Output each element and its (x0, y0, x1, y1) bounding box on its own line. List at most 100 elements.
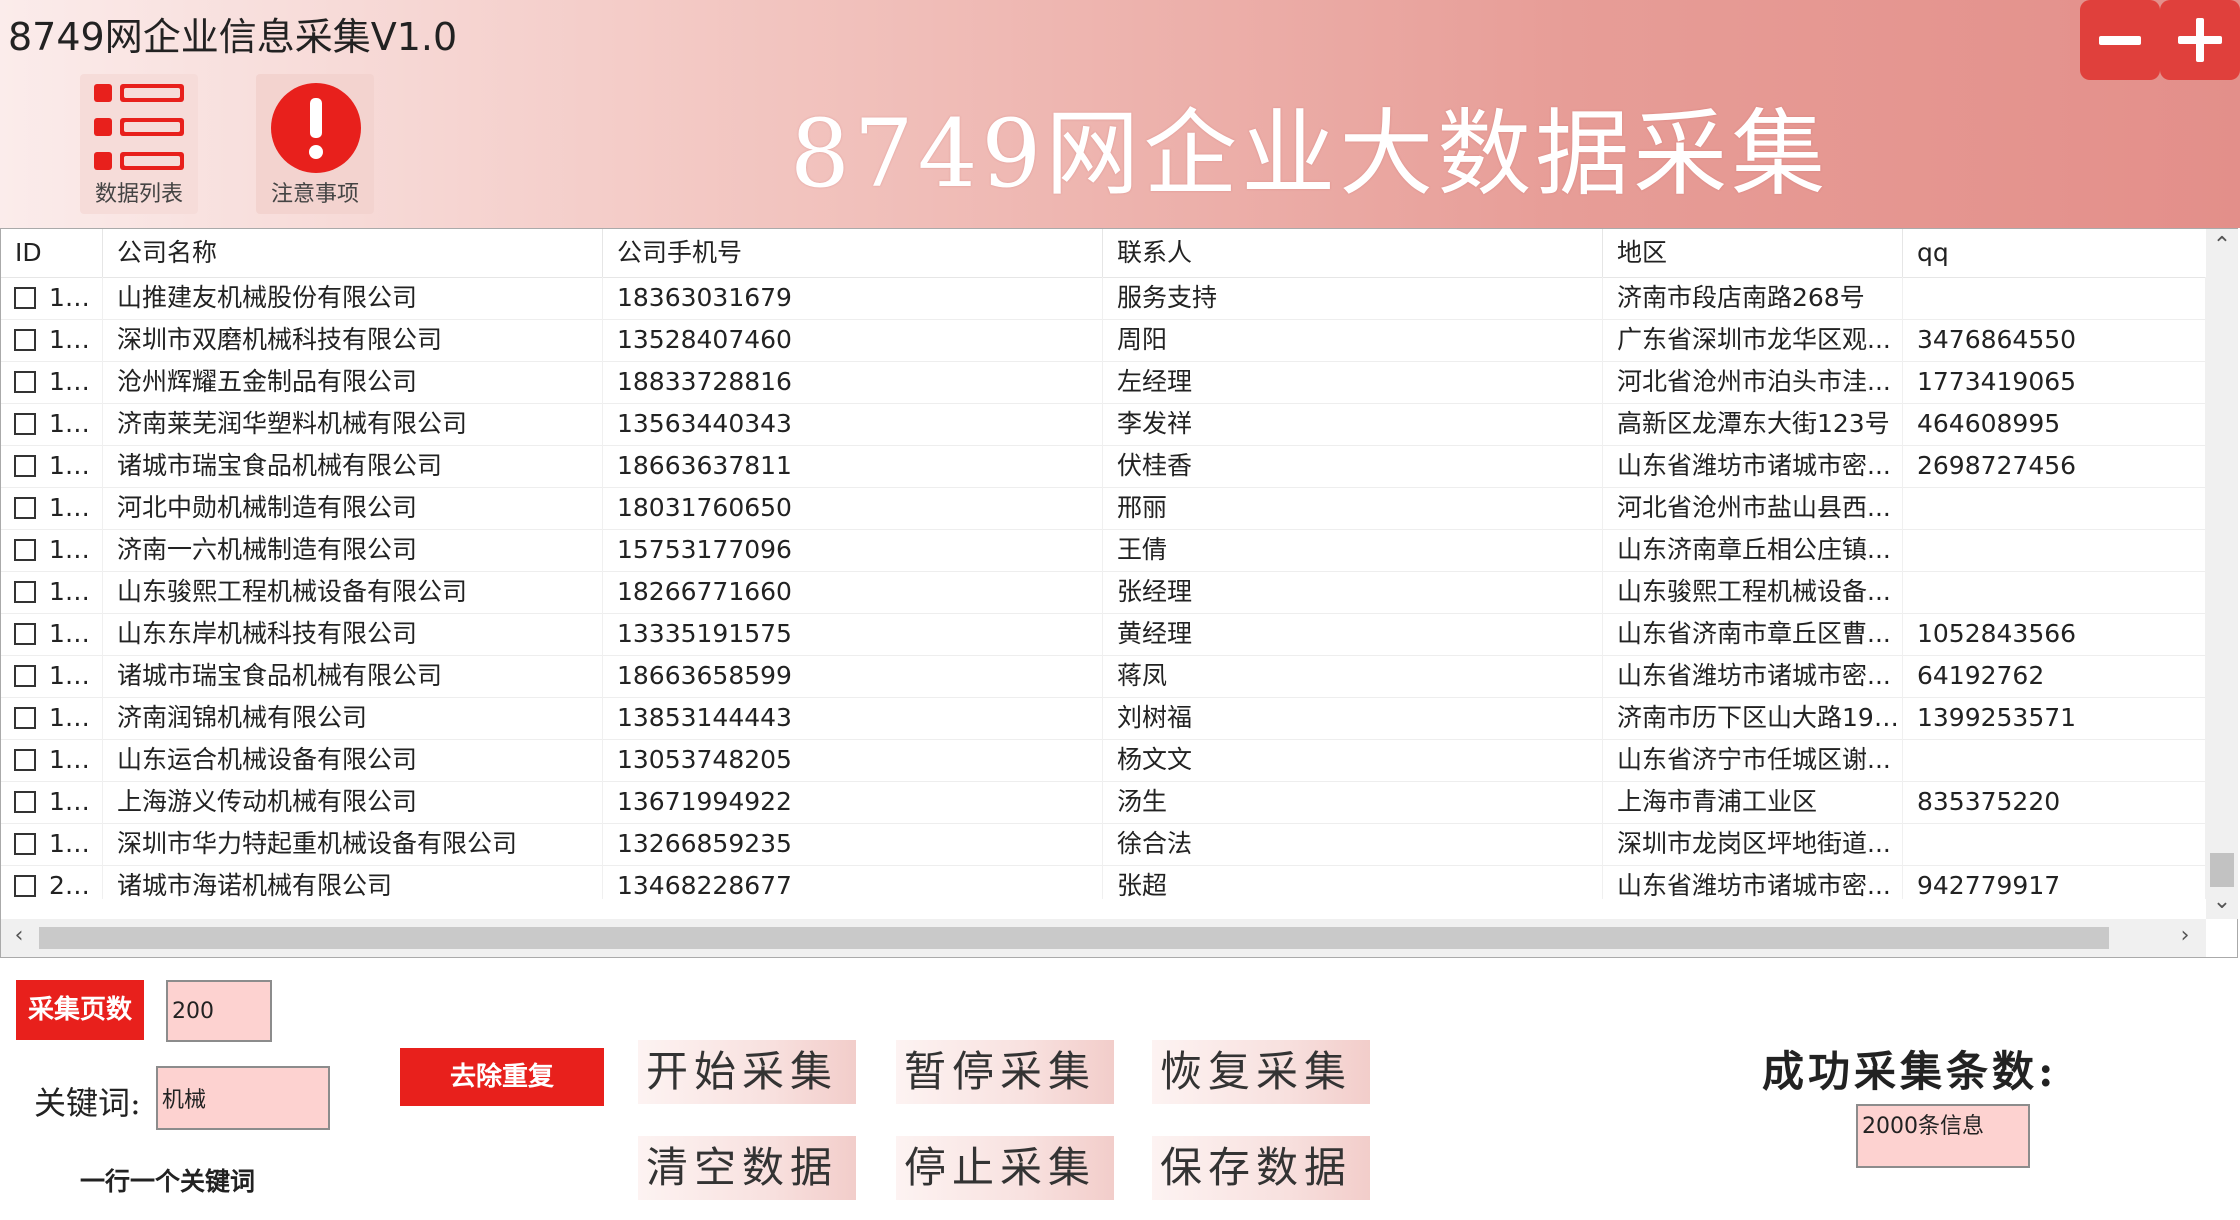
table-header: ID 公司名称 公司手机号 联系人 地区 qq (1, 229, 2206, 278)
cell-id: 19... (1, 739, 103, 781)
keyword-input[interactable] (156, 1066, 330, 1130)
start-button[interactable]: 开始采集 (638, 1040, 856, 1104)
table-row[interactable]: 19... 深圳市双磨机械科技有限公司 13528407460 周阳 广东省深圳市龙华区… (1, 319, 2206, 362)
cell-qq: 1399253571 (1903, 697, 2206, 739)
cell-qq (1903, 529, 2206, 571)
cell-id: 19... (1, 361, 103, 403)
hero-title: 8749网企业大数据采集 (790, 100, 1830, 209)
table-row[interactable]: 19... 诸城市瑞宝食品机械有限公司 18663637811 伏桂香 山东省潍坊市诸城… (1, 445, 2206, 488)
cell-region: 山东省潍坊市诸城市密... (1603, 865, 1903, 899)
keyword-hint: 一行一个关键词 (80, 1167, 256, 1196)
cell-phone: 15753177096 (603, 529, 1103, 571)
table-row[interactable]: 19... 深圳市华力特起重机械设备有限公司 13266859235 徐合法 深圳市龙岗… (1, 823, 2206, 866)
scroll-up-icon[interactable]: ⌃ (2206, 233, 2238, 258)
table-row[interactable]: 20... 诸城市海诺机械有限公司 13468228677 张超 山东省潍坊市诸城市密.… (1, 865, 2206, 899)
cell-contact: 王倩 (1103, 529, 1603, 571)
exclamation-icon (271, 83, 361, 173)
pages-input[interactable] (166, 980, 272, 1042)
cell-id: 19... (1, 487, 103, 529)
table-row[interactable]: 19... 上海游义传动机械有限公司 13671994922 汤生 上海市青浦工业区 83… (1, 781, 2206, 824)
header-banner: 8749网企业信息采集V1.0 8749网企业大数据采集 数据列表 注意事项 (0, 0, 2240, 228)
cell-contact: 伏桂香 (1103, 445, 1603, 487)
table-row[interactable]: 19... 河北中勋机械制造有限公司 18031760650 邢丽 河北省沧州市盐山县西… (1, 487, 2206, 530)
cell-qq (1903, 487, 2206, 529)
cell-company: 济南润锦机械有限公司 (103, 697, 603, 739)
minus-icon (2099, 35, 2141, 45)
cell-contact: 张经理 (1103, 571, 1603, 613)
notice-button[interactable]: 注意事项 (256, 74, 374, 214)
data-list-button[interactable]: 数据列表 (80, 74, 198, 214)
cell-id: 19... (1, 277, 103, 319)
cell-qq (1903, 823, 2206, 865)
cell-region: 河北省沧州市泊头市洼... (1603, 361, 1903, 403)
cell-phone: 13853144443 (603, 697, 1103, 739)
cell-contact: 周阳 (1103, 319, 1603, 361)
column-header-region[interactable]: 地区 (1603, 229, 1903, 277)
cell-contact: 杨文文 (1103, 739, 1603, 781)
table-row[interactable]: 19... 山推建友机械股份有限公司 18363031679 服务支持 济南市段店南路2… (1, 277, 2206, 320)
cell-company: 深圳市华力特起重机械设备有限公司 (103, 823, 603, 865)
table-row[interactable]: 19... 济南莱芜润华塑料机械有限公司 13563440343 李发祥 高新区龙潭东大… (1, 403, 2206, 446)
cell-qq (1903, 277, 2206, 319)
table-row[interactable]: 19... 山东东岸机械科技有限公司 13335191575 黄经理 山东省济南市章丘区… (1, 613, 2206, 656)
cell-id: 19... (1, 781, 103, 823)
scroll-left-icon[interactable]: ‹ (3, 923, 35, 948)
clear-button[interactable]: 清空数据 (638, 1136, 856, 1200)
cell-company: 山推建友机械股份有限公司 (103, 277, 603, 319)
horizontal-scroll-thumb[interactable] (39, 927, 2109, 949)
column-header-contact[interactable]: 联系人 (1103, 229, 1603, 277)
table-row[interactable]: 19... 诸城市瑞宝食品机械有限公司 18663658599 蒋凤 山东省潍坊市诸城市… (1, 655, 2206, 698)
cell-phone: 13053748205 (603, 739, 1103, 781)
cell-phone: 18663658599 (603, 655, 1103, 697)
table-row[interactable]: 19... 济南润锦机械有限公司 13853144443 刘树福 济南市历下区山大路19… (1, 697, 2206, 740)
cell-qq (1903, 571, 2206, 613)
cell-region: 济南市历下区山大路197... (1603, 697, 1903, 739)
cell-contact: 蒋凤 (1103, 655, 1603, 697)
vertical-scrollbar[interactable]: ⌃ ⌄ (2206, 229, 2238, 919)
cell-contact: 左经理 (1103, 361, 1603, 403)
data-table: ID 公司名称 公司手机号 联系人 地区 qq 19... 山推建友机械股份有限公… (0, 228, 2238, 958)
app-window: 8749网企业信息采集V1.0 8749网企业大数据采集 数据列表 注意事项 I… (0, 0, 2240, 1220)
cell-region: 济南市段店南路268号 (1603, 277, 1903, 319)
list-icon (94, 84, 184, 170)
maximize-button[interactable] (2160, 0, 2240, 80)
cell-id: 19... (1, 571, 103, 613)
minimize-button[interactable] (2080, 0, 2160, 80)
cell-company: 深圳市双磨机械科技有限公司 (103, 319, 603, 361)
table-row[interactable]: 19... 济南一六机械制造有限公司 15753177096 王倩 山东济南章丘相公庄镇… (1, 529, 2206, 572)
success-count-label: 成功采集条数: (1762, 1047, 2058, 1096)
cell-qq: 64192762 (1903, 655, 2206, 697)
pages-label-button[interactable]: 采集页数 (16, 980, 144, 1040)
cell-id: 19... (1, 403, 103, 445)
cell-region: 山东省潍坊市诸城市密... (1603, 445, 1903, 487)
cell-company: 河北中勋机械制造有限公司 (103, 487, 603, 529)
dedupe-button[interactable]: 去除重复 (400, 1048, 604, 1106)
table-row[interactable]: 19... 山东运合机械设备有限公司 13053748205 杨文文 山东省济宁市任城区… (1, 739, 2206, 782)
cell-phone: 18031760650 (603, 487, 1103, 529)
cell-id: 19... (1, 445, 103, 487)
cell-qq: 942779917 (1903, 865, 2206, 899)
scroll-right-icon[interactable]: › (2169, 923, 2201, 948)
vertical-scroll-thumb[interactable] (2210, 853, 2234, 887)
column-header-qq[interactable]: qq (1903, 229, 2206, 277)
table-row[interactable]: 19... 山东骏熙工程机械设备有限公司 18266771660 张经理 山东骏熙工程机… (1, 571, 2206, 614)
column-header-company[interactable]: 公司名称 (103, 229, 603, 277)
resume-button[interactable]: 恢复采集 (1152, 1040, 1370, 1104)
save-button[interactable]: 保存数据 (1152, 1136, 1370, 1200)
cell-contact: 黄经理 (1103, 613, 1603, 655)
stop-button[interactable]: 停止采集 (896, 1136, 1114, 1200)
cell-id: 19... (1, 823, 103, 865)
table-row[interactable]: 19... 沧州辉耀五金制品有限公司 18833728816 左经理 河北省沧州市泊头市… (1, 361, 2206, 404)
column-header-phone[interactable]: 公司手机号 (603, 229, 1103, 277)
cell-qq: 835375220 (1903, 781, 2206, 823)
column-header-id[interactable]: ID (1, 229, 103, 277)
pause-button[interactable]: 暂停采集 (896, 1040, 1114, 1104)
cell-region: 广东省深圳市龙华区观... (1603, 319, 1903, 361)
scroll-down-icon[interactable]: ⌄ (2206, 889, 2238, 914)
cell-region: 深圳市龙岗区坪地街道... (1603, 823, 1903, 865)
horizontal-scrollbar[interactable]: ‹ › (1, 919, 2206, 957)
notice-label: 注意事项 (270, 182, 359, 207)
cell-region: 山东省潍坊市诸城市密... (1603, 655, 1903, 697)
cell-contact: 刘树福 (1103, 697, 1603, 739)
cell-qq (1903, 739, 2206, 781)
